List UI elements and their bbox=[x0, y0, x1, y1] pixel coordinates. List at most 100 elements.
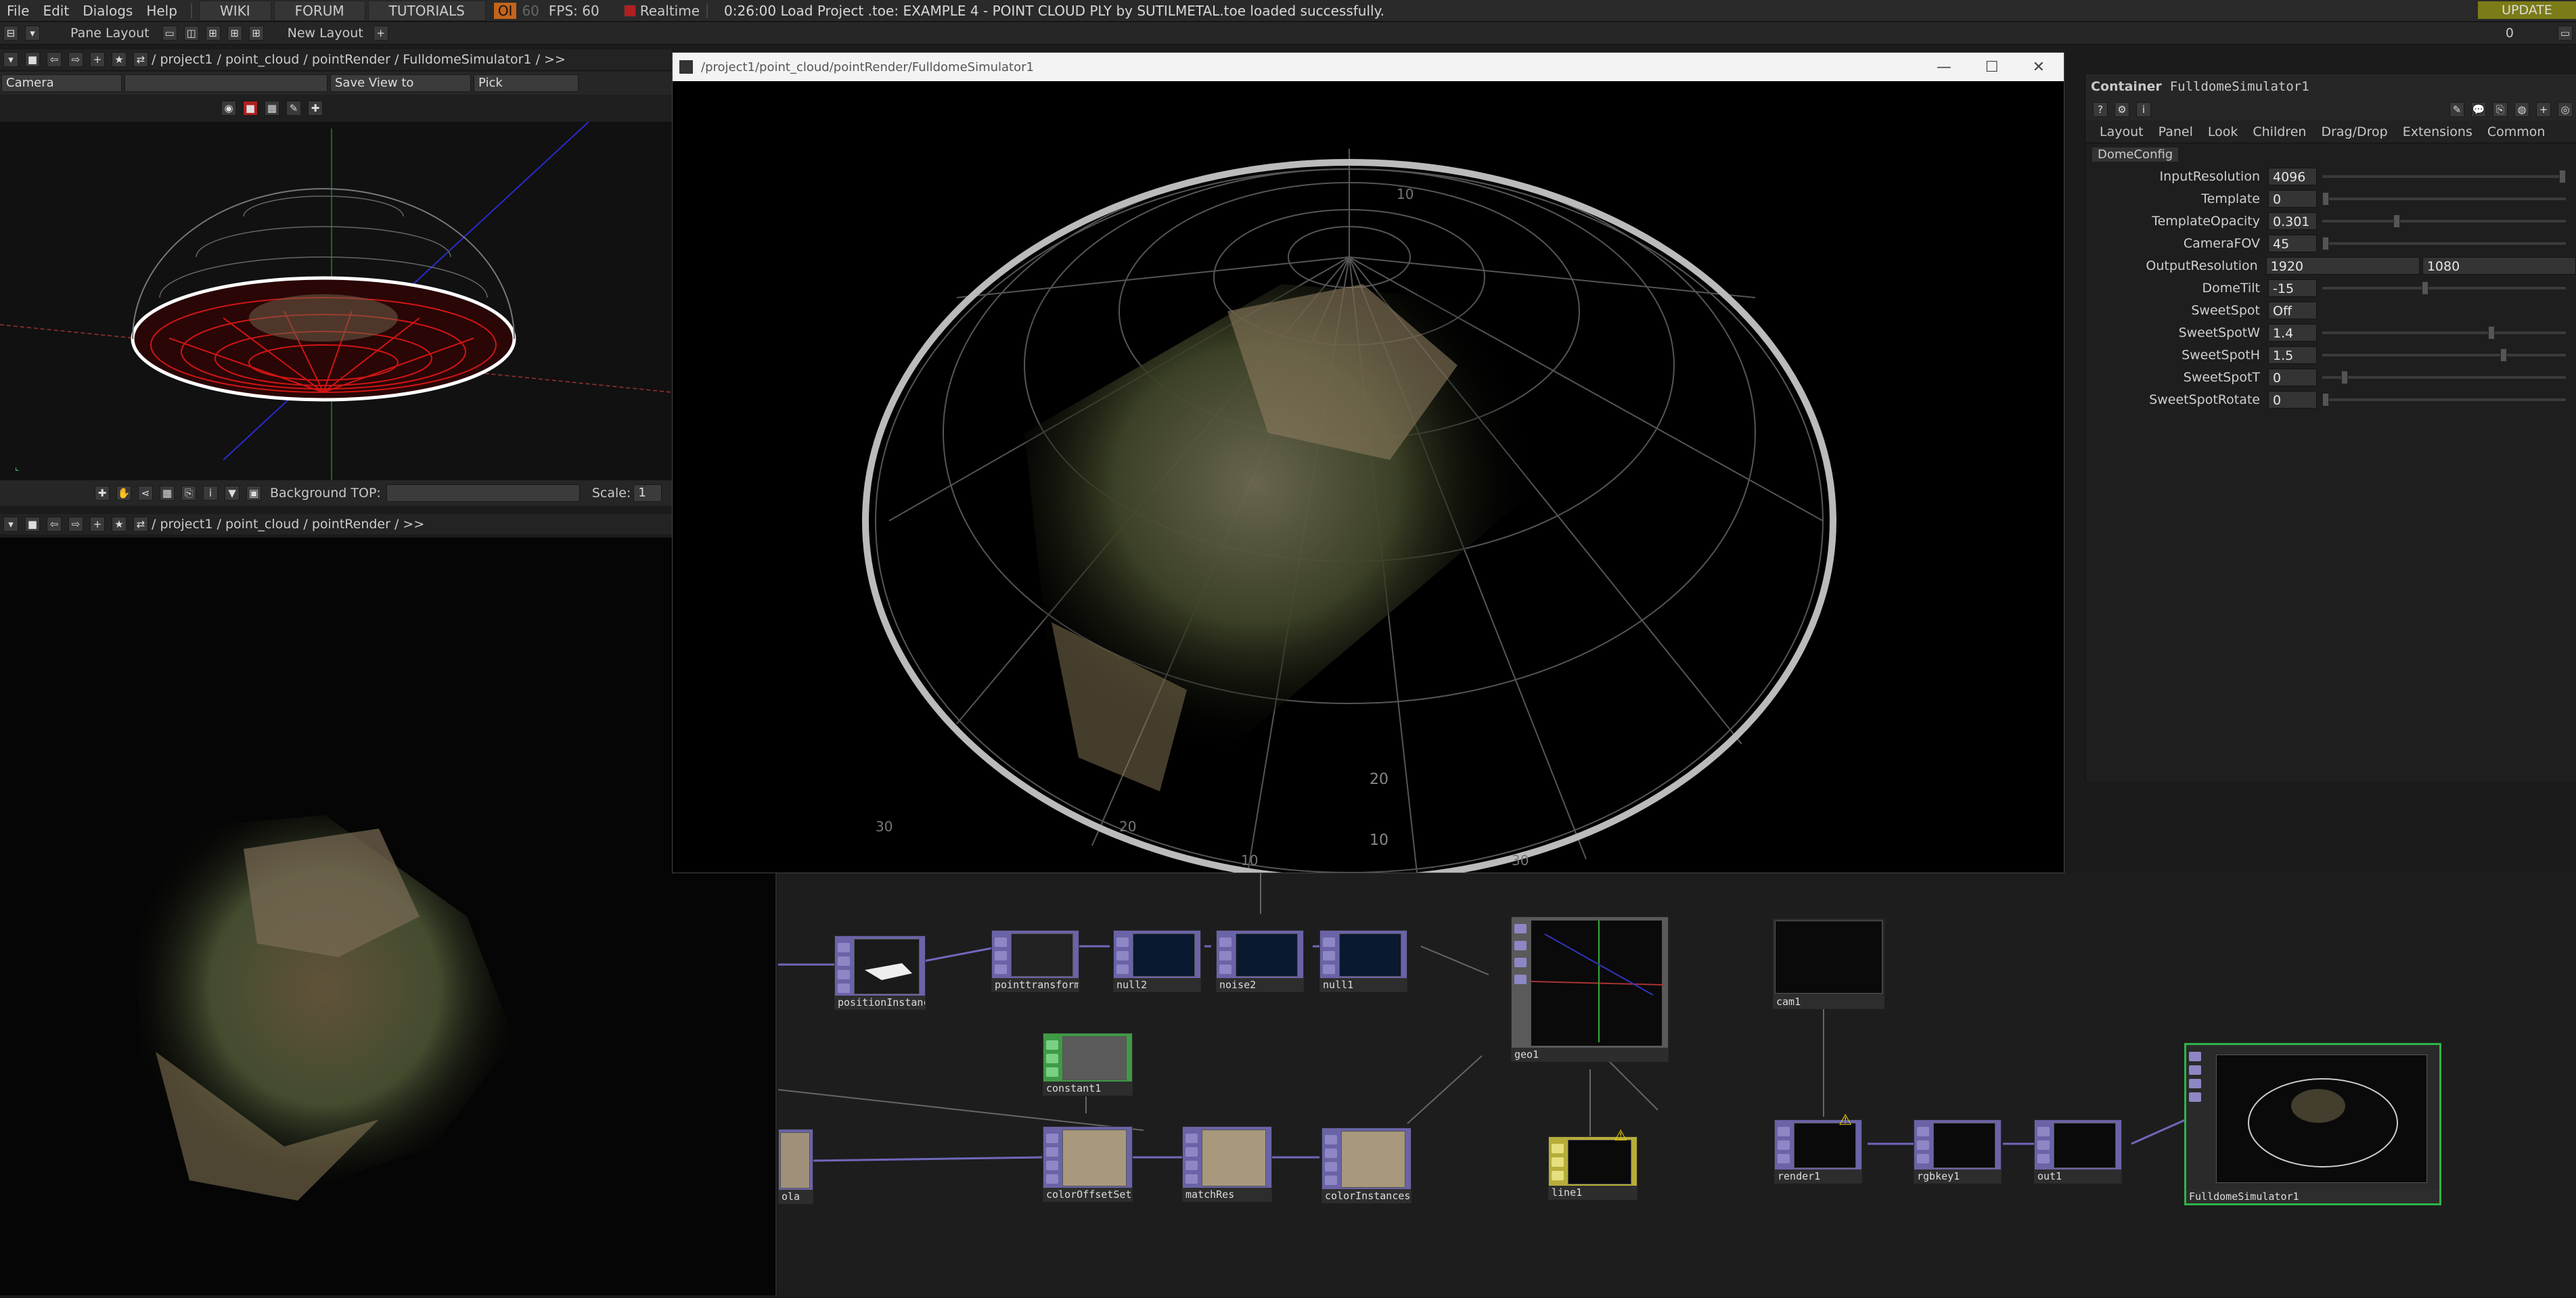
filter-icon[interactable]: ▼ bbox=[225, 486, 240, 501]
tab-dragdrop[interactable]: Drag/Drop bbox=[2313, 124, 2395, 139]
window-titlebar[interactable]: /project1/point_cloud/pointRender/Fulldo… bbox=[673, 53, 2064, 81]
slider-handle[interactable] bbox=[2322, 191, 2329, 206]
pane-dropdown-icon[interactable]: ▾ bbox=[3, 517, 18, 532]
add-layout-icon[interactable]: + bbox=[373, 26, 388, 41]
new-layout-label[interactable]: New Layout bbox=[288, 26, 363, 41]
param-value[interactable]: 0 bbox=[2268, 390, 2317, 409]
slider-handle[interactable] bbox=[2393, 214, 2400, 228]
dome-view[interactable]: 20 10 10 20 30 30 10 bbox=[673, 81, 2064, 873]
param-slider[interactable] bbox=[2322, 392, 2566, 407]
pick-select[interactable]: Pick bbox=[474, 74, 579, 92]
add-icon[interactable]: ✚ bbox=[308, 101, 323, 116]
param-slider[interactable] bbox=[2322, 348, 2566, 362]
node-constant1[interactable]: constant1 bbox=[1043, 1033, 1133, 1096]
back-icon[interactable]: ⇦ bbox=[47, 517, 62, 532]
node-rgbkey1[interactable]: rgbkey1 bbox=[1914, 1119, 2002, 1184]
comment-icon[interactable]: 💬 bbox=[2471, 102, 2486, 117]
python-icon[interactable]: ⚙ bbox=[2115, 102, 2129, 117]
node-colorinstances[interactable]: colorInstances bbox=[1321, 1128, 1411, 1203]
param-value[interactable]: 1.5 bbox=[2268, 346, 2317, 364]
node-coloroffsetset[interactable]: colorOffsetSet bbox=[1043, 1126, 1133, 1202]
tab-children[interactable]: Children bbox=[2245, 124, 2313, 139]
tab-domeconfig[interactable]: DomeConfig bbox=[2092, 147, 2179, 162]
menu-edit[interactable]: Edit bbox=[36, 3, 76, 19]
background-top-field[interactable] bbox=[386, 484, 580, 502]
home-icon[interactable]: + bbox=[90, 517, 105, 532]
param-slider[interactable] bbox=[2322, 370, 2566, 384]
node-render1[interactable]: render1 ⚠ bbox=[1774, 1112, 1862, 1184]
param-slider[interactable] bbox=[2322, 191, 2566, 206]
color-icon[interactable]: ◍ bbox=[2514, 102, 2529, 117]
close-icon[interactable]: ✕ bbox=[2033, 59, 2045, 76]
oi-badge[interactable]: OI bbox=[493, 2, 517, 19]
layout-5-icon[interactable]: ⊞ bbox=[248, 26, 264, 41]
param-value[interactable]: 0.301 bbox=[2268, 212, 2317, 230]
op-name[interactable]: FulldomeSimulator1 bbox=[2170, 79, 2309, 94]
camera-select[interactable]: Camera bbox=[1, 74, 122, 92]
pane-menu-icon[interactable]: ▾ bbox=[25, 26, 40, 41]
camera-name-field[interactable] bbox=[125, 74, 327, 92]
param-value[interactable]: 4096 bbox=[2268, 167, 2317, 185]
hand-icon[interactable]: ✋ bbox=[116, 486, 131, 501]
slider-handle[interactable] bbox=[2322, 392, 2329, 407]
record-icon[interactable]: ■ bbox=[243, 101, 258, 116]
info-icon[interactable]: i bbox=[203, 486, 218, 501]
param-value-2[interactable]: 1080 bbox=[2422, 256, 2576, 275]
forum-button[interactable]: FORUM bbox=[273, 0, 365, 21]
param-value[interactable]: 1920 bbox=[2265, 256, 2420, 275]
param-value[interactable]: -15 bbox=[2268, 279, 2317, 297]
node-null2[interactable]: null2 bbox=[1113, 930, 1201, 992]
forward-icon[interactable]: ⇨ bbox=[68, 517, 83, 532]
slider-handle[interactable] bbox=[2422, 281, 2428, 295]
forward-icon[interactable]: ⇨ bbox=[68, 52, 83, 67]
param-slider[interactable] bbox=[2322, 281, 2566, 295]
node-cam1[interactable]: cam1 bbox=[1773, 919, 1884, 1009]
table-icon[interactable]: ▦ bbox=[265, 101, 279, 116]
wiki-button[interactable]: WIKI bbox=[198, 0, 271, 21]
slider-handle[interactable] bbox=[2500, 348, 2507, 362]
bookmark-icon[interactable]: ★ bbox=[112, 52, 127, 67]
target-icon[interactable]: ◎ bbox=[2558, 102, 2573, 117]
slider-handle[interactable] bbox=[2341, 370, 2348, 384]
wand-icon[interactable]: ✎ bbox=[286, 101, 301, 116]
node-ola[interactable]: ola bbox=[778, 1129, 813, 1204]
pane-dropdown-icon[interactable]: ▾ bbox=[3, 52, 18, 67]
minimize-icon[interactable]: — bbox=[1937, 59, 1951, 76]
save-view-select[interactable]: Save View to bbox=[330, 74, 471, 92]
node-line1[interactable]: line1 ⚠ bbox=[1548, 1128, 1637, 1200]
realtime-toggle[interactable] bbox=[623, 4, 636, 17]
copy-icon[interactable]: ⎘ bbox=[2493, 102, 2508, 117]
expand-icon[interactable]: ▭ bbox=[2558, 26, 2573, 41]
node-matchres[interactable]: matchRes bbox=[1182, 1126, 1272, 1202]
param-value[interactable]: 45 bbox=[2268, 234, 2317, 252]
param-slider[interactable] bbox=[2322, 169, 2566, 183]
slider-handle[interactable] bbox=[2559, 169, 2566, 183]
param-value[interactable]: Off bbox=[2268, 301, 2317, 319]
home-icon[interactable]: + bbox=[90, 52, 105, 67]
grid-icon[interactable]: ▦ bbox=[160, 486, 175, 501]
tab-look[interactable]: Look bbox=[2200, 124, 2246, 139]
update-button[interactable]: UPDATE bbox=[2478, 1, 2576, 19]
tab-panel[interactable]: Panel bbox=[2151, 124, 2200, 139]
maximize-icon[interactable]: ☐ bbox=[1985, 59, 1999, 76]
param-slider[interactable] bbox=[2322, 325, 2566, 340]
param-value[interactable]: 0 bbox=[2268, 368, 2317, 386]
layout-4-icon[interactable]: ⊞ bbox=[227, 26, 242, 41]
pane-type-icon[interactable]: ■ bbox=[25, 517, 40, 532]
node-pointtransform2[interactable]: pointtransform2 bbox=[991, 930, 1079, 992]
param-slider[interactable] bbox=[2322, 236, 2566, 250]
display-icon[interactable]: ▣ bbox=[246, 486, 261, 501]
add-icon[interactable]: ✚ bbox=[95, 486, 110, 501]
pane-type-icon[interactable]: ■ bbox=[25, 52, 40, 67]
node-positioninstances[interactable]: positionInstances bbox=[834, 935, 926, 1010]
tutorials-button[interactable]: TUTORIALS bbox=[367, 0, 486, 21]
edit-icon[interactable]: ✎ bbox=[2449, 102, 2464, 117]
bottom-pane-path[interactable]: / project1 / point_cloud / pointRender /… bbox=[152, 517, 424, 532]
node-out1[interactable]: out1 bbox=[2034, 1119, 2122, 1184]
tab-extensions[interactable]: Extensions bbox=[2395, 124, 2480, 139]
help-icon[interactable]: ? bbox=[2093, 102, 2108, 117]
copy-icon[interactable]: ⎘ bbox=[181, 486, 196, 501]
param-slider[interactable] bbox=[2322, 214, 2566, 228]
menu-dialogs[interactable]: Dialogs bbox=[76, 3, 139, 19]
bookmark-icon[interactable]: ★ bbox=[112, 517, 127, 532]
